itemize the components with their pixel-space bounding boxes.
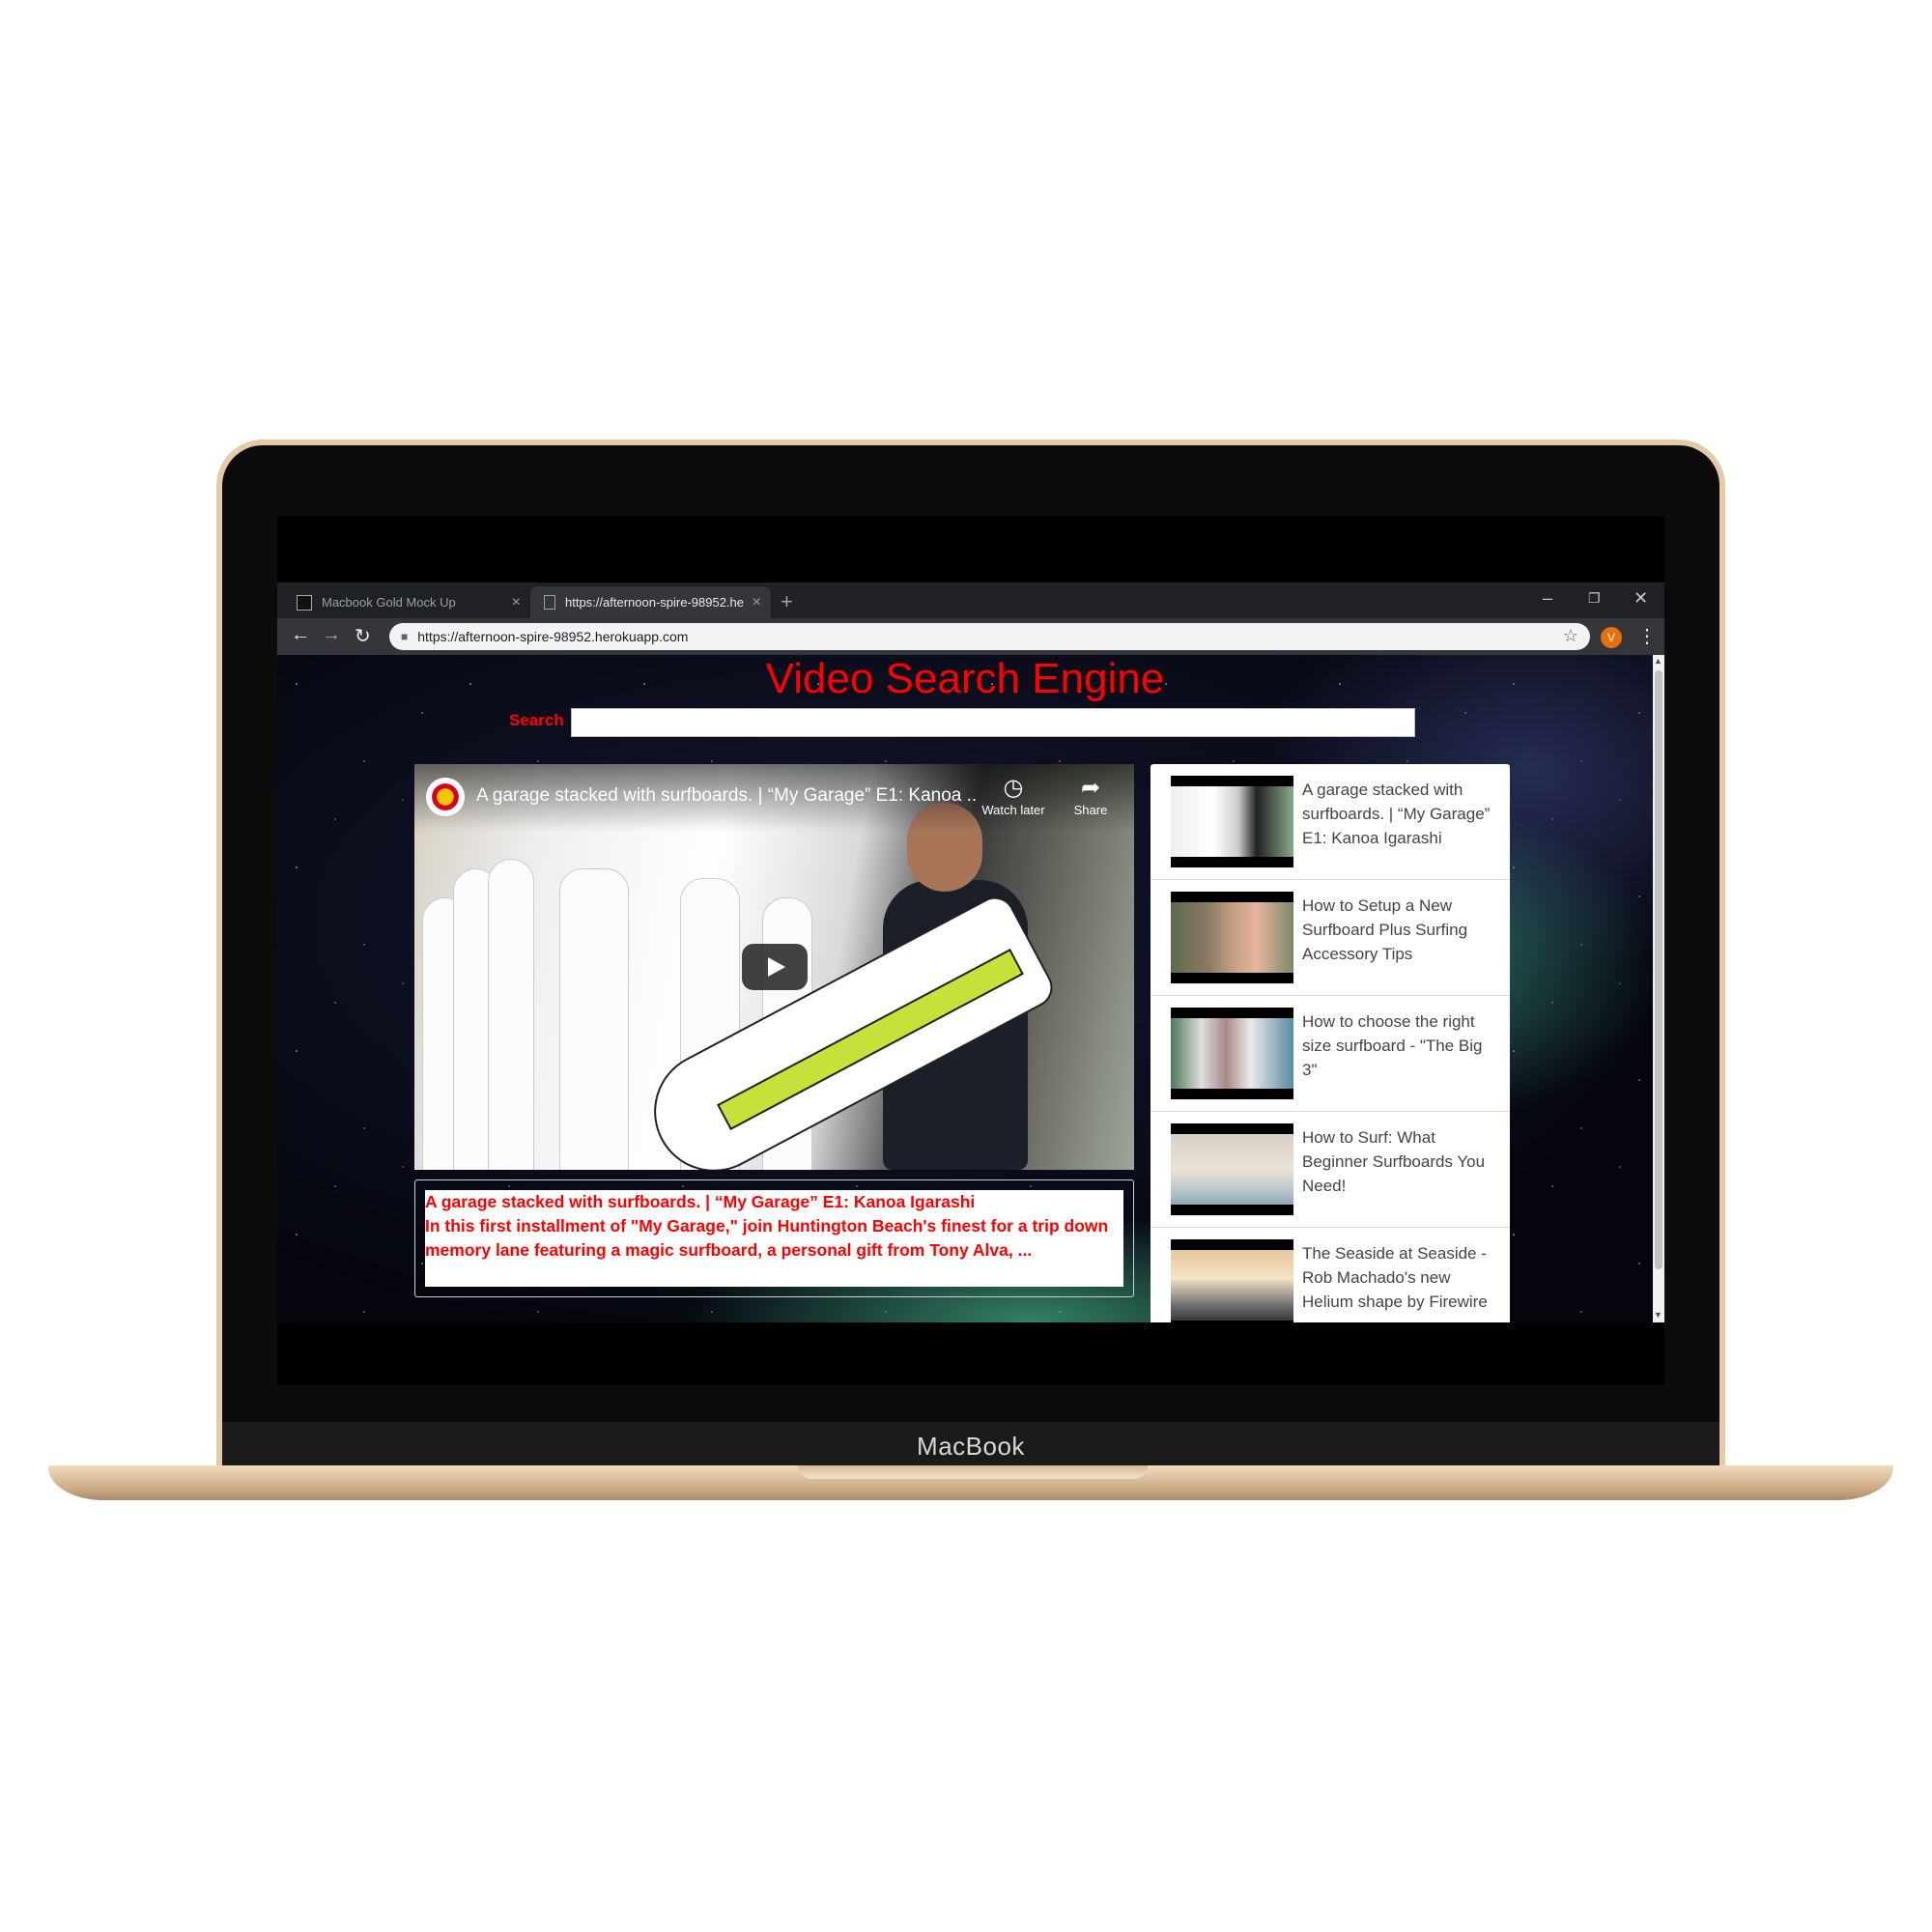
profile-avatar[interactable]: V [1601, 627, 1622, 648]
browser-tabstrip: Macbook Gold Mock Up × https://afternoon… [277, 582, 1664, 618]
reload-icon[interactable]: ↻ [355, 624, 371, 648]
address-url[interactable]: https://afternoon-spire-98952.herokuapp.… [417, 629, 688, 644]
list-item[interactable]: A garage stacked with surfboards. | “My … [1151, 764, 1510, 880]
lock-icon: ■ [401, 630, 409, 643]
watch-later-button[interactable]: ◷ Watch later [980, 774, 1047, 817]
tab-close-icon[interactable]: × [512, 594, 521, 611]
minimize-icon[interactable]: – [1543, 588, 1552, 609]
video-title[interactable]: How to choose the right size surfboard -… [1302, 1009, 1495, 1082]
share-button[interactable]: ➦ Share [1057, 774, 1124, 817]
play-icon[interactable] [742, 944, 808, 990]
list-item[interactable]: How to Surf: What Beginner Surfboards Yo… [1151, 1112, 1510, 1228]
tab-title: https://afternoon-spire-98952.herokuapp.… [565, 595, 744, 610]
thumbnail-image [1171, 1250, 1293, 1321]
video-thumbnail[interactable] [1171, 1239, 1293, 1322]
laptop-screen: Macbook Gold Mock Up × https://afternoon… [277, 516, 1664, 1385]
scroll-down-icon[interactable]: ▼ [1654, 1310, 1662, 1320]
video-thumbnail[interactable] [1171, 776, 1293, 867]
video-list: A garage stacked with surfboards. | “My … [1151, 764, 1510, 1322]
video-title[interactable]: The Seaside at Seaside - Rob Machado's n… [1302, 1241, 1495, 1314]
share-label: Share [1073, 803, 1108, 817]
thumbnail-image [1171, 1018, 1293, 1089]
video-title[interactable]: A garage stacked with surfboards. | “My … [1302, 778, 1495, 850]
document-icon [544, 595, 555, 610]
device-brand-label: MacBook [917, 1432, 1025, 1461]
tab-title: Macbook Gold Mock Up [322, 595, 456, 610]
scroll-up-icon[interactable]: ▲ [1654, 656, 1662, 666]
surfboard-graphic [488, 859, 534, 1170]
thumbnail-image [1171, 1134, 1293, 1205]
restore-icon[interactable]: ❐ [1588, 590, 1601, 607]
star-icon[interactable]: ☆ [1563, 626, 1578, 646]
channel-logo[interactable] [426, 778, 465, 816]
menu-icon[interactable]: ⋮ [1637, 624, 1657, 648]
share-icon: ➦ [1080, 775, 1101, 801]
address-bar[interactable]: ■ https://afternoon-spire-98952.herokuap… [389, 623, 1590, 650]
list-item[interactable]: How to choose the right size surfboard -… [1151, 996, 1510, 1112]
search-input[interactable] [571, 708, 1415, 737]
surfboard-graphic [559, 868, 629, 1170]
watch-later-label: Watch later [981, 803, 1045, 817]
page-favicon-icon [297, 594, 312, 611]
video-title[interactable]: How to Surf: What Beginner Surfboards Yo… [1302, 1125, 1495, 1198]
video-thumbnail[interactable] [1171, 1008, 1293, 1099]
hinge-notch [798, 1465, 1148, 1479]
close-icon[interactable]: ✕ [1634, 588, 1648, 609]
search-label: Search [509, 711, 564, 729]
thumbnail-image [1171, 902, 1293, 973]
clock-icon: ◷ [1003, 775, 1024, 801]
tab-herokuapp[interactable]: https://afternoon-spire-98952.herokuapp.… [530, 586, 771, 618]
video-player[interactable]: A garage stacked with surfboards. | “My … [414, 764, 1134, 1170]
video-title[interactable]: How to Setup a New Surfboard Plus Surfin… [1302, 894, 1495, 966]
description-text: In this first installment of "My Garage,… [425, 1216, 1109, 1260]
page-title: Video Search Engine [765, 655, 1165, 702]
scroll-thumb[interactable] [1655, 670, 1662, 1269]
tab-close-icon[interactable]: × [753, 594, 761, 611]
browser-toolbar: ← → ↻ ■ https://afternoon-spire-98952.he… [277, 618, 1664, 655]
tab-macbook-mockup[interactable]: Macbook Gold Mock Up × [283, 586, 530, 618]
thumbnail-image [1171, 786, 1293, 857]
new-tab-icon[interactable]: + [781, 589, 793, 614]
list-item[interactable]: How to Setup a New Surfboard Plus Surfin… [1151, 880, 1510, 996]
list-item[interactable]: The Seaside at Seaside - Rob Machado's n… [1151, 1228, 1510, 1322]
player-video-title[interactable]: A garage stacked with surfboards. | “My … [476, 785, 979, 807]
video-thumbnail[interactable] [1171, 1123, 1293, 1215]
back-icon[interactable]: ← [291, 624, 310, 646]
description-box: A garage stacked with surfboards. | “My … [414, 1179, 1134, 1297]
page-scrollbar[interactable]: ▲ ▼ [1653, 655, 1664, 1322]
description-title: A garage stacked with surfboards. | “My … [425, 1192, 976, 1211]
description-panel: A garage stacked with surfboards. | “My … [425, 1190, 1123, 1287]
video-thumbnail[interactable] [1171, 892, 1293, 983]
forward-icon[interactable]: → [322, 624, 341, 646]
page-viewport: Video Search Engine Search A garage stac… [277, 655, 1653, 1322]
